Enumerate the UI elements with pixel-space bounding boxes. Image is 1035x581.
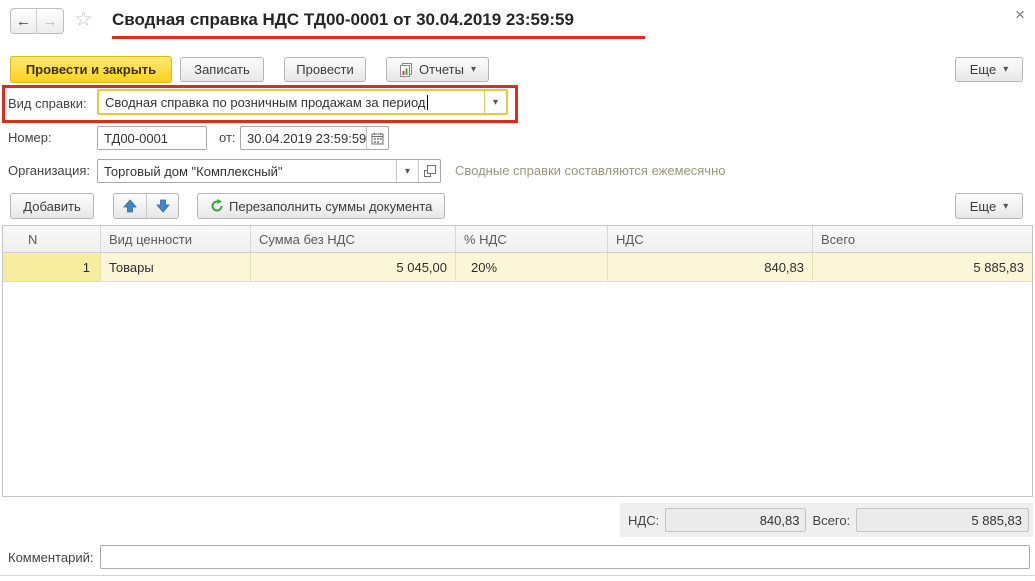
calendar-icon (371, 132, 384, 145)
column-header-kind[interactable]: Вид ценности (101, 226, 251, 252)
refill-sums-button[interactable]: Перезаполнить суммы документа (197, 193, 446, 219)
arrow-down-icon (155, 199, 170, 213)
command-bar: Провести и закрыть Записать Провести Отч… (0, 56, 1035, 84)
items-table: N Вид ценности Сумма без НДС % НДС НДС В… (2, 225, 1033, 497)
vat-rate-cell[interactable]: 20% (456, 253, 608, 282)
more-button-grid[interactable]: Еще ▾ (955, 193, 1023, 219)
calendar-button[interactable] (366, 127, 388, 149)
totals-total-label: Всего: (812, 512, 851, 528)
date-input[interactable]: 30.04.2019 23:59:59 (240, 126, 389, 150)
more-grid-label: Еще (969, 198, 997, 214)
chevron-down-icon: ▾ (1003, 200, 1009, 212)
report-icon (399, 62, 414, 77)
open-link-icon (423, 165, 436, 177)
comment-input[interactable] (100, 545, 1030, 569)
chevron-down-icon: ▾ (470, 64, 476, 75)
favorites-star-icon[interactable]: ☆ (74, 7, 93, 32)
move-row-down-button[interactable] (146, 194, 178, 218)
reports-button[interactable]: Отчеты ▾ (386, 57, 489, 82)
date-field-label: от: (219, 130, 236, 145)
total-cell[interactable]: 5 885,83 (813, 253, 1032, 282)
arrow-up-icon (123, 199, 137, 213)
sum-no-vat-cell[interactable]: 5 045,00 (251, 253, 456, 282)
row-number-cell[interactable]: 1 (3, 253, 101, 282)
vat-cell[interactable]: 840,83 (608, 253, 813, 282)
text-cursor (426, 94, 428, 110)
number-input[interactable]: ТД00-0001 (97, 126, 207, 150)
reports-button-label: Отчеты (419, 62, 464, 77)
move-row-buttons (113, 193, 179, 219)
kind-input[interactable]: Сводная справка по розничным продажам за… (97, 89, 508, 115)
table-header-row: N Вид ценности Сумма без НДС % НДС НДС В… (3, 226, 1032, 253)
history-nav: ← → (10, 8, 64, 34)
totals-vat-label: НДС: (628, 512, 660, 528)
document-window: ← → ☆ Сводная справка НДС ТД00-0001 от 3… (0, 0, 1035, 581)
kind-dropdown-button[interactable]: ▾ (484, 91, 506, 113)
column-header-vat[interactable]: НДС (608, 226, 813, 252)
more-button-label: Еще (969, 62, 997, 77)
column-header-total[interactable]: Всего (813, 226, 1032, 252)
kind-field-label: Вид справки: (8, 96, 87, 111)
organization-input[interactable]: Торговый дом "Комплексный" ▾ (97, 159, 441, 183)
move-row-up-button[interactable] (114, 194, 146, 218)
table-row[interactable]: 1 Товары 5 045,00 20% 840,83 5 885,83 (3, 253, 1032, 282)
title-red-underline (112, 36, 645, 39)
post-and-close-button[interactable]: Провести и закрыть (10, 56, 172, 83)
number-field-label: Номер: (8, 130, 52, 145)
organization-input-value: Торговый дом "Комплексный" (104, 163, 283, 179)
organization-dropdown-button[interactable]: ▾ (396, 160, 418, 182)
totals-panel: НДС: 840,83 Всего: 5 885,83 (620, 503, 1033, 537)
write-button[interactable]: Записать (180, 57, 264, 82)
refill-sums-label: Перезаполнить суммы документа (229, 198, 433, 214)
forward-arrow-icon[interactable]: → (37, 9, 63, 33)
number-input-value: ТД00-0001 (104, 130, 169, 146)
page-title: Сводная справка НДС ТД00-0001 от 30.04.2… (112, 10, 574, 29)
organization-hint-text: Сводные справки составляются ежемесячно (455, 163, 726, 178)
totals-total-value: 5 885,83 (856, 508, 1029, 532)
organization-open-button[interactable] (418, 160, 440, 182)
value-kind-cell[interactable]: Товары (101, 253, 251, 282)
kind-input-value: Сводная справка по розничным продажам за… (105, 94, 426, 110)
back-arrow-icon[interactable]: ← (11, 9, 37, 33)
more-button-top[interactable]: Еще ▾ (955, 57, 1023, 82)
column-header-n[interactable]: N (3, 226, 101, 252)
post-button[interactable]: Провести (284, 57, 366, 82)
bottom-divider (0, 575, 1035, 576)
chevron-down-icon: ▾ (1003, 64, 1009, 75)
date-input-value: 30.04.2019 23:59:59 (247, 130, 366, 146)
column-header-vat-rate[interactable]: % НДС (456, 226, 608, 252)
add-row-button[interactable]: Добавить (10, 193, 94, 219)
comment-field-label: Комментарий: (8, 550, 94, 565)
totals-vat-value: 840,83 (665, 508, 807, 532)
refresh-icon (210, 199, 224, 213)
organization-field-label: Организация: (8, 163, 91, 178)
close-icon[interactable]: × (1015, 6, 1025, 23)
column-header-sum-no-vat[interactable]: Сумма без НДС (251, 226, 456, 252)
